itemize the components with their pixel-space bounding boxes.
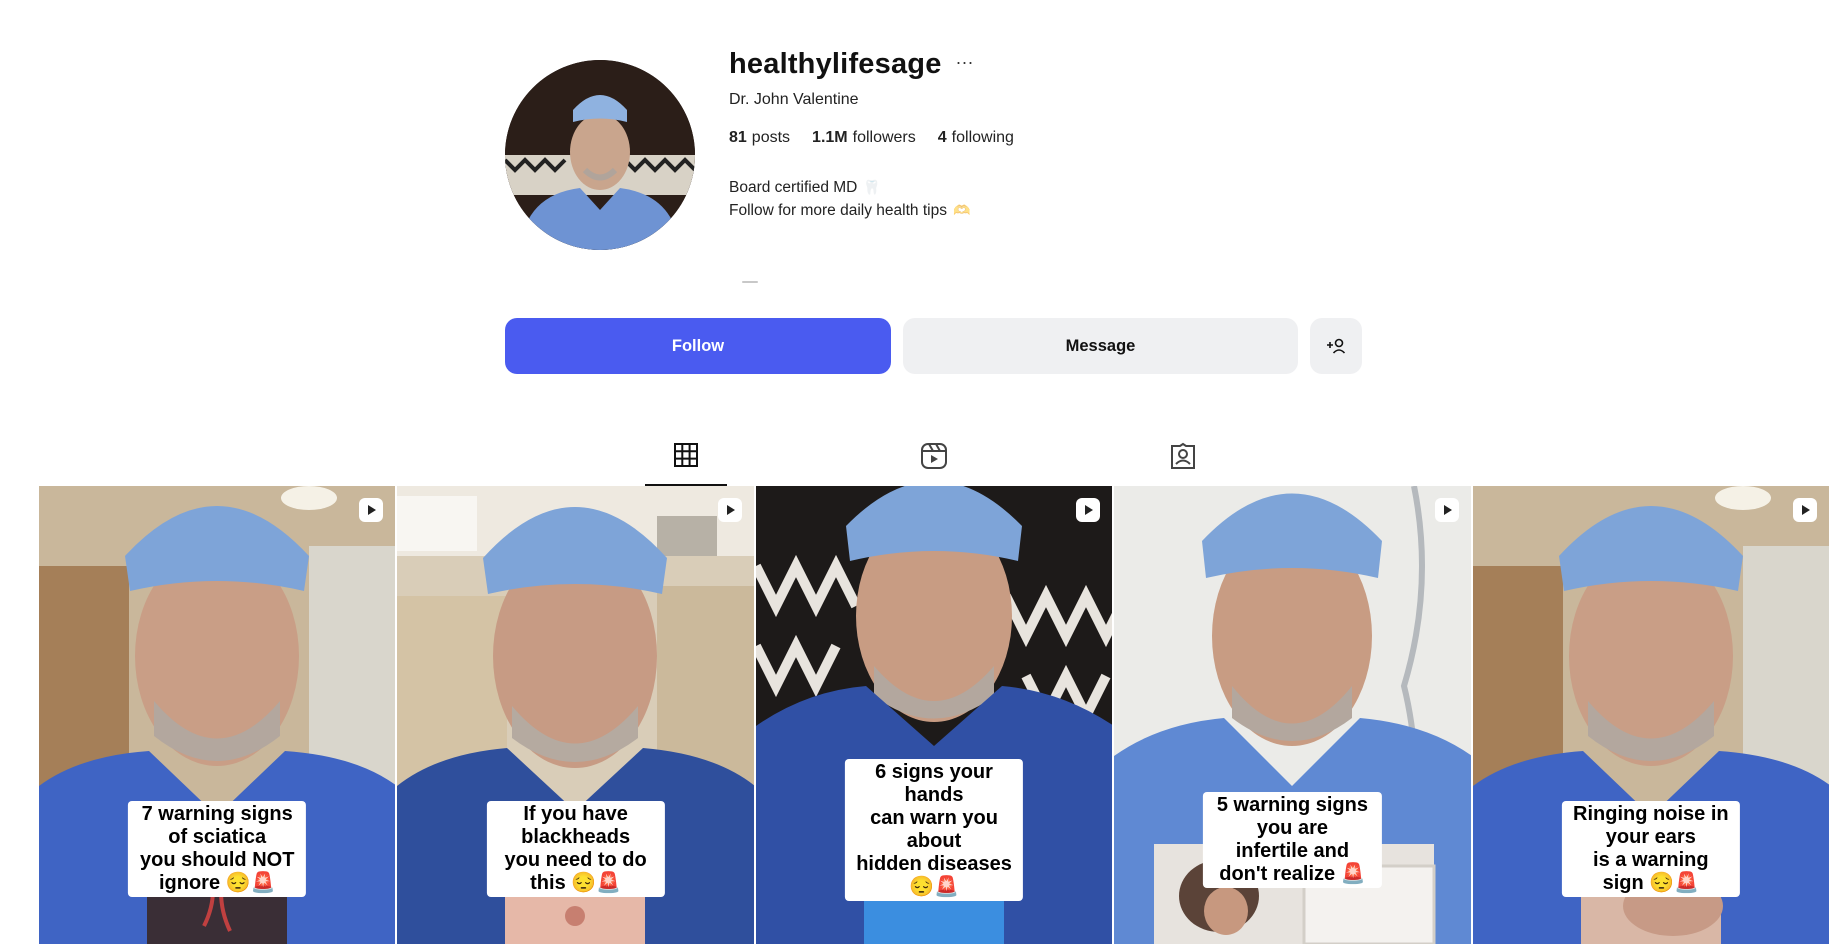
- reel-indicator-icon: [1434, 498, 1459, 522]
- followers-stat[interactable]: 1.1M followers: [812, 129, 916, 147]
- post-tile[interactable]: 5 warning signs you are infertile and do…: [1112, 486, 1471, 944]
- post-caption: If you have blackheads you need to do th…: [486, 801, 665, 897]
- tagged-icon: [1171, 442, 1195, 469]
- followers-label: followers: [852, 129, 916, 146]
- posts-count: 81: [729, 129, 747, 146]
- profile-tabs: [0, 430, 1836, 486]
- reel-indicator-icon: [359, 498, 384, 522]
- post-caption: 6 signs your hands can warn you about hi…: [844, 759, 1024, 901]
- tab-tagged[interactable]: [1142, 430, 1224, 486]
- bio-line-2-text: Follow for more daily health tips: [729, 202, 947, 219]
- post-caption: Ringing noise in your ears is a warning …: [1561, 801, 1740, 897]
- username-row: healthylifesage ···: [729, 48, 974, 81]
- reel-indicator-icon: [1076, 498, 1101, 522]
- divider: [742, 281, 758, 283]
- avatar[interactable]: [505, 60, 695, 250]
- tab-reels[interactable]: [893, 430, 975, 486]
- following-label: following: [951, 129, 1014, 146]
- reel-indicator-icon: [717, 498, 742, 522]
- tooth-icon: 🦷: [863, 179, 881, 195]
- profile-header: healthylifesage ··· Dr. John Valentine 8…: [0, 0, 1836, 480]
- more-options-icon[interactable]: ···: [956, 53, 974, 77]
- grid-icon: [674, 443, 698, 467]
- post-caption: 7 warning signs of sciatica you should N…: [128, 801, 307, 897]
- heart-hands-icon: 🫶: [952, 202, 971, 218]
- posts-stat: 81 posts: [729, 129, 790, 147]
- full-name: Dr. John Valentine: [729, 91, 859, 108]
- tab-posts[interactable]: [645, 430, 727, 486]
- reels-icon: [921, 443, 947, 469]
- username: healthylifesage: [729, 48, 942, 80]
- profile-stats: 81 posts 1.1M followers 4 following: [729, 129, 1014, 147]
- posts-label: posts: [751, 129, 791, 146]
- bio-line-2: Follow for more daily health tips 🫶: [729, 199, 970, 222]
- bio: Board certified MD 🦷 Follow for more dail…: [729, 176, 970, 222]
- reel-indicator-icon: [1793, 498, 1818, 522]
- message-button[interactable]: Message: [903, 318, 1298, 374]
- suggest-user-button[interactable]: [1310, 318, 1362, 374]
- posts-grid: 7 warning signs of sciatica you should N…: [39, 486, 1830, 944]
- add-user-icon: [1327, 338, 1346, 354]
- bio-line-1: Board certified MD 🦷: [729, 176, 970, 199]
- post-tile[interactable]: 6 signs your hands can warn you about hi…: [753, 486, 1113, 944]
- followers-count: 1.1M: [812, 129, 848, 146]
- post-tile[interactable]: Ringing noise in your ears is a warning …: [1470, 486, 1830, 944]
- follow-button[interactable]: Follow: [505, 318, 891, 374]
- post-tile[interactable]: 7 warning signs of sciatica you should N…: [39, 486, 396, 944]
- following-stat[interactable]: 4 following: [938, 129, 1014, 147]
- post-tile[interactable]: If you have blackheads you need to do th…: [395, 486, 754, 944]
- post-caption: 5 warning signs you are infertile and do…: [1203, 792, 1382, 888]
- bio-line-1-text: Board certified MD: [729, 179, 858, 196]
- following-count: 4: [937, 129, 947, 146]
